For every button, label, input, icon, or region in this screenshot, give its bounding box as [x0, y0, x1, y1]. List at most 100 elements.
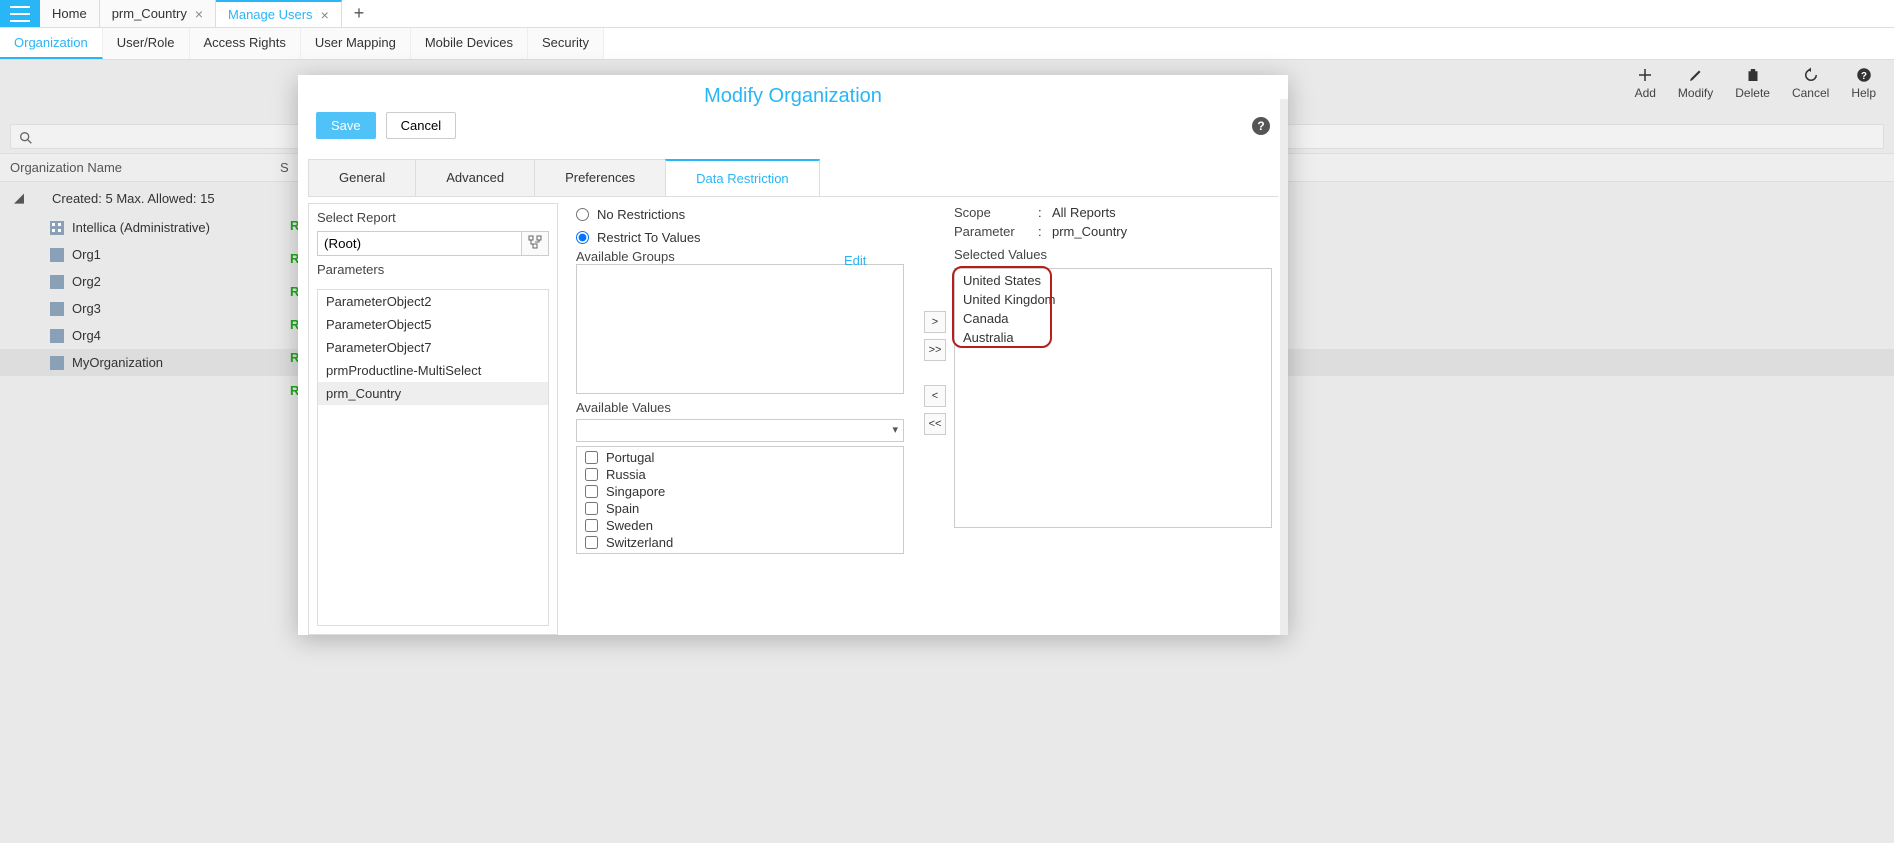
hamburger-menu[interactable]	[0, 0, 40, 27]
selected-values-list[interactable]: United States United Kingdom Canada Aust…	[954, 268, 1272, 528]
selected-value[interactable]: United Kingdom	[955, 290, 1271, 309]
radio-label: No Restrictions	[597, 207, 685, 222]
toolbtn-label: Cancel	[1792, 86, 1829, 100]
building-icon	[50, 302, 64, 316]
tab-label: prm_Country	[112, 6, 187, 21]
tree-icon	[528, 235, 542, 249]
close-icon[interactable]: ×	[321, 8, 329, 22]
column-status-initial: S	[280, 160, 289, 175]
select-report-input[interactable]	[317, 231, 521, 256]
save-button[interactable]: Save	[316, 112, 376, 139]
browse-report-button[interactable]	[521, 231, 549, 256]
dialog-help-button[interactable]: ?	[1252, 117, 1270, 135]
dialog-tab-advanced[interactable]: Advanced	[415, 159, 535, 196]
parameter-value: prm_Country	[1052, 224, 1127, 239]
org-label: Org1	[72, 247, 101, 262]
tab-home[interactable]: Home	[40, 0, 100, 27]
plus-icon	[1636, 66, 1654, 84]
subtab-access-rights[interactable]: Access Rights	[190, 28, 301, 59]
subtab-user-mapping[interactable]: User Mapping	[301, 28, 411, 59]
column-org-name: Organization Name	[10, 160, 280, 175]
selected-values-label: Selected Values	[954, 241, 1272, 266]
dialog-title: Modify Organization	[298, 75, 1288, 112]
value-label: Spain	[606, 501, 639, 516]
pencil-icon	[1687, 66, 1705, 84]
svg-text:?: ?	[1861, 71, 1867, 82]
parameters-label: Parameters	[309, 256, 557, 283]
available-values-label: Available Values	[576, 394, 904, 419]
org-label: Org2	[72, 274, 101, 289]
available-values-list[interactable]: Portugal Russia Singapore Spain Sweden S…	[577, 447, 903, 553]
dialog-tab-general[interactable]: General	[308, 159, 416, 196]
param-item[interactable]: ParameterObject5	[318, 313, 548, 336]
selected-value[interactable]: Canada	[955, 309, 1271, 328]
tree-status: Created: 5 Max. Allowed: 15	[34, 191, 215, 206]
subtab-user-role[interactable]: User/Role	[103, 28, 190, 59]
value-checkbox[interactable]	[585, 519, 598, 532]
tab-label: Manage Users	[228, 7, 313, 22]
add-tab-button[interactable]: +	[342, 0, 377, 27]
value-label: Portugal	[606, 450, 654, 465]
org-label: Org3	[72, 301, 101, 316]
org-label: Intellica (Administrative)	[72, 220, 210, 235]
help-button[interactable]: ? Help	[1851, 66, 1876, 100]
dialog-tab-preferences[interactable]: Preferences	[534, 159, 666, 196]
available-groups-list[interactable]	[576, 264, 904, 394]
value-label: Sweden	[606, 518, 653, 533]
close-icon[interactable]: ×	[195, 7, 203, 21]
tab-label: Home	[52, 6, 87, 21]
building-icon	[50, 221, 64, 235]
value-checkbox[interactable]	[585, 485, 598, 498]
value-checkbox[interactable]	[585, 468, 598, 481]
param-item[interactable]: ParameterObject7	[318, 336, 548, 359]
edit-groups-link[interactable]: Edit	[844, 253, 866, 268]
move-left-button[interactable]: <	[924, 385, 946, 407]
available-values-filter[interactable]	[576, 419, 904, 442]
toolbtn-label: Add	[1635, 86, 1656, 100]
param-item[interactable]: prm_Country	[318, 382, 548, 405]
tree-collapse-icon[interactable]: ◢	[14, 190, 24, 206]
selected-value[interactable]: Australia	[955, 328, 1271, 347]
available-groups-label: Available Groups	[576, 243, 675, 268]
cancel-button[interactable]: Cancel	[1792, 66, 1829, 100]
modify-button[interactable]: Modify	[1678, 66, 1713, 100]
value-checkbox[interactable]	[585, 502, 598, 515]
parameters-list[interactable]: ParameterObject2 ParameterObject5 Parame…	[317, 289, 549, 626]
dialog-cancel-button[interactable]: Cancel	[386, 112, 456, 139]
move-right-button[interactable]: >	[924, 311, 946, 333]
subtab-organization[interactable]: Organization	[0, 28, 103, 59]
value-label: Singapore	[606, 484, 665, 499]
tab-manage-users[interactable]: Manage Users ×	[216, 0, 342, 27]
value-checkbox[interactable]	[585, 536, 598, 549]
org-label: MyOrganization	[72, 355, 163, 370]
scope-value: All Reports	[1052, 205, 1116, 220]
undo-icon	[1802, 66, 1820, 84]
toolbtn-label: Modify	[1678, 86, 1713, 100]
help-icon: ?	[1855, 66, 1873, 84]
value-checkbox[interactable]	[585, 451, 598, 464]
value-label: Russia	[606, 467, 646, 482]
param-item[interactable]: prmProductline-MultiSelect	[318, 359, 548, 382]
selected-value[interactable]: United States	[955, 271, 1271, 290]
dialog-tab-data-restriction[interactable]: Data Restriction	[665, 159, 819, 196]
add-button[interactable]: Add	[1635, 66, 1656, 100]
scope-label: Scope	[954, 205, 1032, 220]
select-report-label: Select Report	[309, 204, 557, 231]
dialog-scrollbar[interactable]	[1280, 99, 1288, 635]
search-icon	[18, 130, 34, 146]
building-icon	[50, 356, 64, 370]
subtab-mobile-devices[interactable]: Mobile Devices	[411, 28, 528, 59]
trash-icon	[1744, 66, 1762, 84]
param-item[interactable]: ParameterObject2	[318, 290, 548, 313]
modify-organization-dialog: Modify Organization Save Cancel ? Genera…	[298, 75, 1288, 635]
move-all-left-button[interactable]: <<	[924, 413, 946, 435]
move-all-right-button[interactable]: >>	[924, 339, 946, 361]
toolbtn-label: Delete	[1735, 86, 1770, 100]
radio-no-restrictions[interactable]	[576, 208, 589, 221]
subtab-security[interactable]: Security	[528, 28, 604, 59]
delete-button[interactable]: Delete	[1735, 66, 1770, 100]
building-icon	[50, 275, 64, 289]
tab-prm-country[interactable]: prm_Country ×	[100, 0, 216, 27]
hamburger-icon	[10, 6, 30, 22]
org-label: Org4	[72, 328, 101, 343]
